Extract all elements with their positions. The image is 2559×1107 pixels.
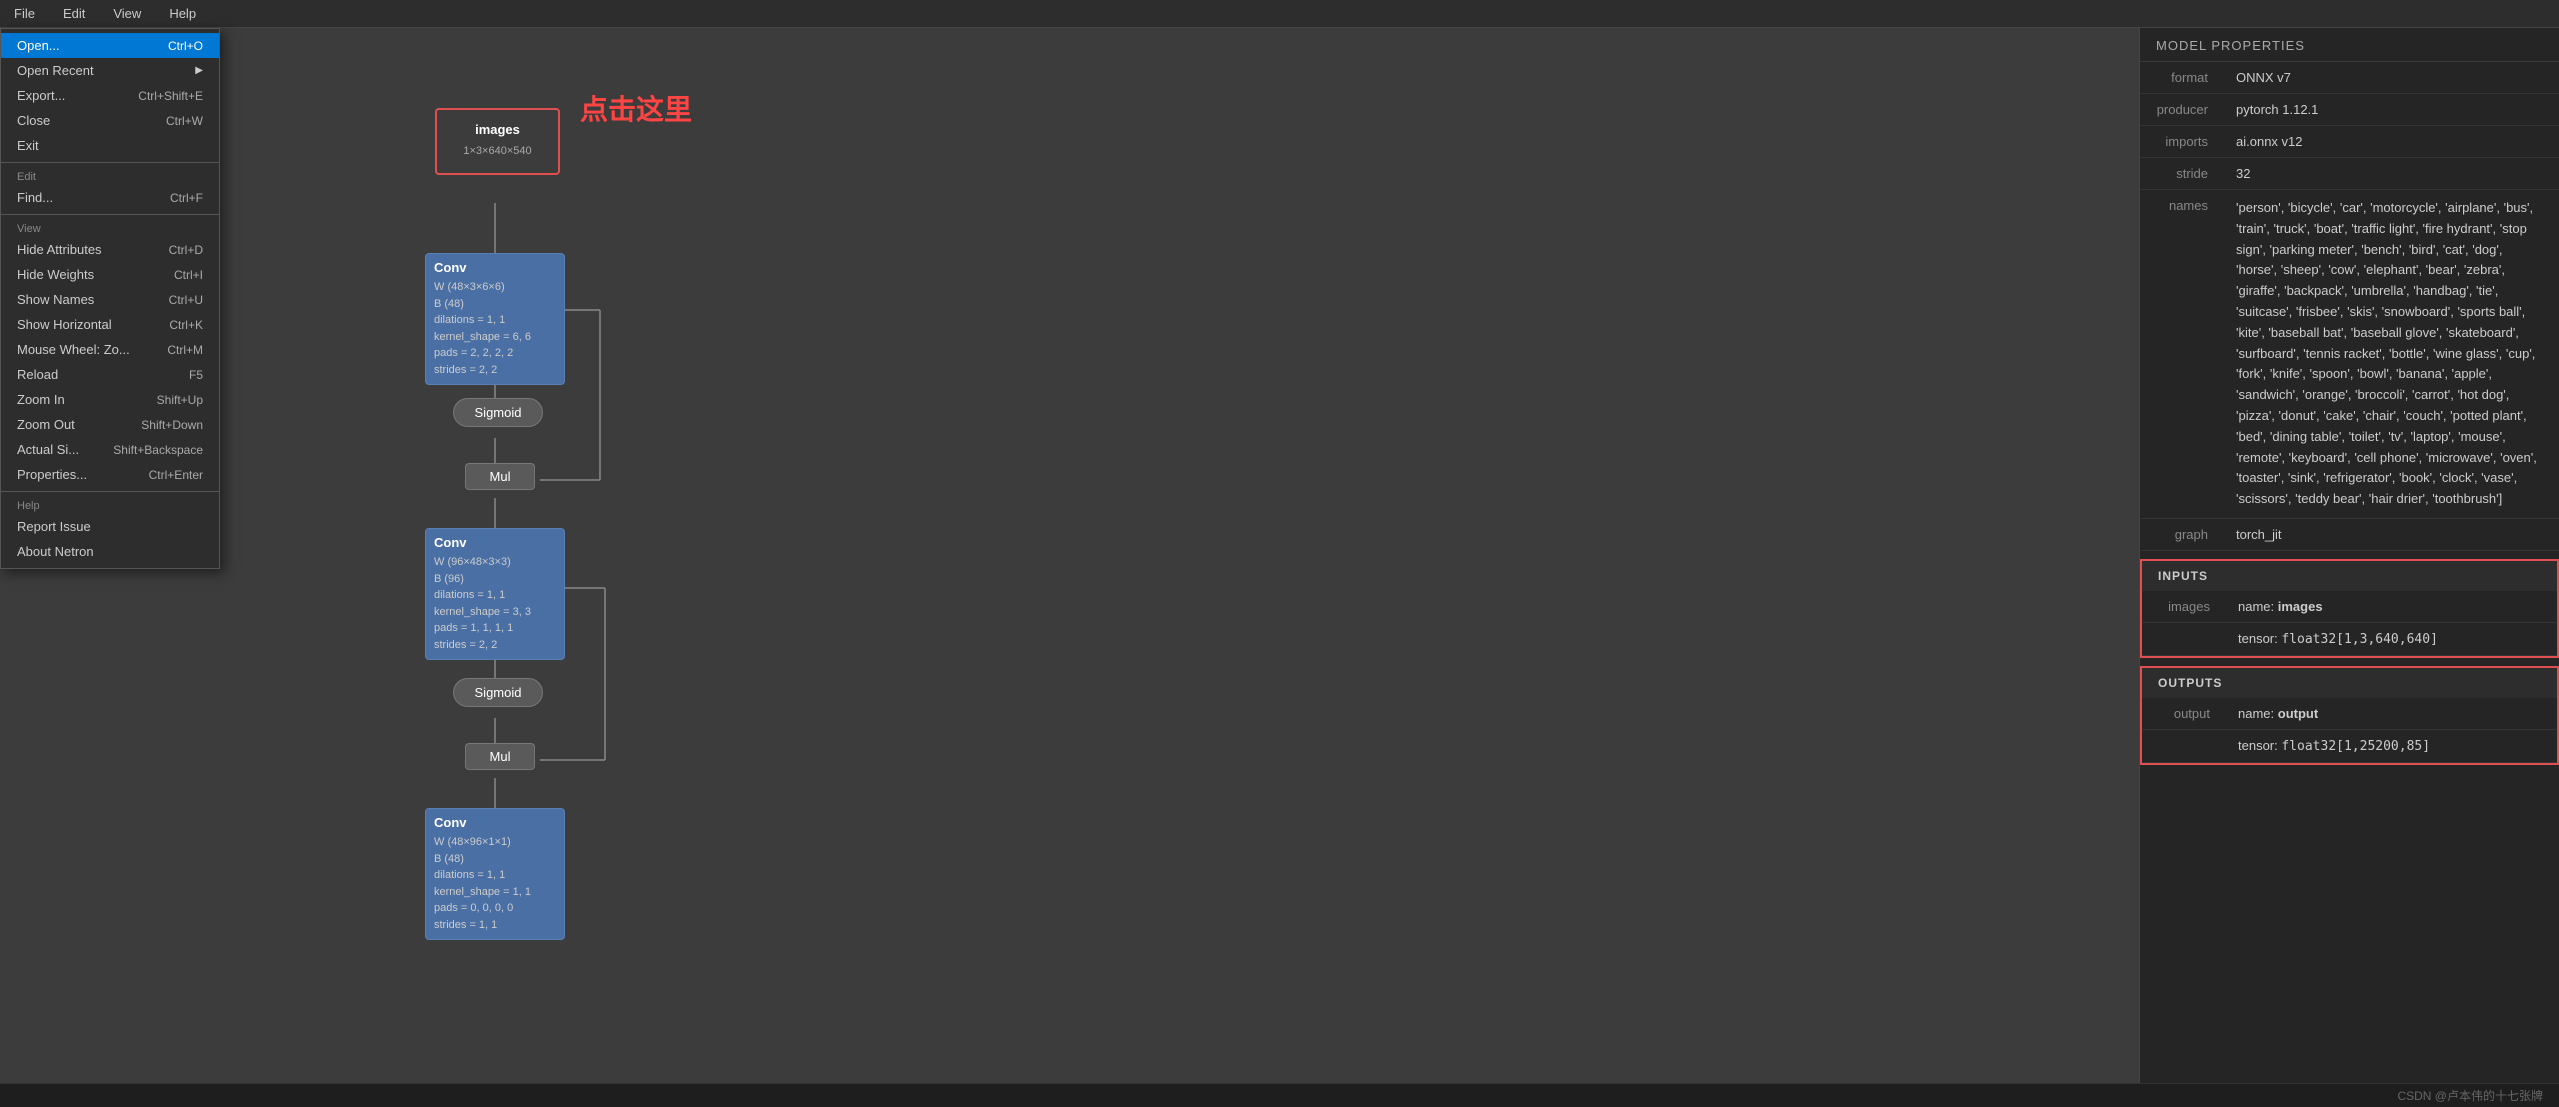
input-node[interactable]: images 1×3×640×540 bbox=[435, 108, 560, 175]
sigmoid2-node[interactable]: Sigmoid bbox=[453, 678, 543, 707]
right-panel: MODEL PROPERTIES format ONNX v7 producer… bbox=[2139, 28, 2559, 1083]
inputs-table: images name: images tensor: float32[1,3,… bbox=[2142, 591, 2557, 656]
inputs-section-header: INPUTS bbox=[2142, 561, 2557, 591]
menu-close[interactable]: Close Ctrl+W bbox=[1, 108, 219, 133]
menu-properties[interactable]: Properties... Ctrl+Enter bbox=[1, 462, 219, 487]
connection-lines bbox=[0, 28, 2139, 1083]
sigmoid2-label: Sigmoid bbox=[460, 685, 536, 700]
sigmoid1-label: Sigmoid bbox=[460, 405, 536, 420]
outputs-section: OUTPUTS output name: output tensor: floa… bbox=[2140, 666, 2559, 765]
view-section-label: View bbox=[1, 219, 219, 237]
outputs-section-header: OUTPUTS bbox=[2142, 668, 2557, 698]
menu-show-names[interactable]: Show Names Ctrl+U bbox=[1, 287, 219, 312]
outputs-table: output name: output tensor: float32[1,25… bbox=[2142, 698, 2557, 763]
input-images-name-row: images name: images bbox=[2142, 591, 2557, 623]
mul1-node[interactable]: Mul bbox=[465, 463, 535, 490]
prop-format: format ONNX v7 bbox=[2140, 62, 2559, 94]
menu-export[interactable]: Export... Ctrl+Shift+E bbox=[1, 83, 219, 108]
mul1-label: Mul bbox=[471, 469, 529, 484]
menu-view[interactable]: View bbox=[107, 4, 147, 23]
menu-find[interactable]: Find... Ctrl+F bbox=[1, 185, 219, 210]
conv3-node[interactable]: Conv W (48×96×1×1) B (48) dilations = 1,… bbox=[425, 808, 565, 940]
click-annotation: 点击这里 bbox=[580, 88, 692, 128]
right-panel-title: MODEL PROPERTIES bbox=[2140, 28, 2559, 62]
file-dropdown-menu: Open... Ctrl+O Open Recent ▶ Export... C… bbox=[0, 28, 220, 569]
output-tensor-row: tensor: float32[1,25200,85] bbox=[2142, 729, 2557, 762]
mul2-label: Mul bbox=[471, 749, 529, 764]
menu-about-netron[interactable]: About Netron bbox=[1, 539, 219, 564]
menu-reload[interactable]: Reload F5 bbox=[1, 362, 219, 387]
edit-section-label: Edit bbox=[1, 167, 219, 185]
prop-producer: producer pytorch 1.12.1 bbox=[2140, 94, 2559, 126]
menu-file[interactable]: File bbox=[8, 4, 41, 23]
prop-imports: imports ai.onnx v12 bbox=[2140, 126, 2559, 158]
input-node-dim: 1×3×640×540 bbox=[445, 141, 550, 161]
inputs-section: INPUTS images name: images tensor: float… bbox=[2140, 559, 2559, 658]
menu-actual-size[interactable]: Actual Si... Shift+Backspace bbox=[1, 437, 219, 462]
menu-open-recent[interactable]: Open Recent ▶ bbox=[1, 58, 219, 83]
help-section-label: Help bbox=[1, 496, 219, 514]
menu-hide-weights[interactable]: Hide Weights Ctrl+I bbox=[1, 262, 219, 287]
status-text: CSDN @卢本伟的十七张牌 bbox=[2397, 1087, 2543, 1104]
model-canvas[interactable]: images 1×3×640×540 Conv W (48×3×6×6) B (… bbox=[0, 28, 2139, 1083]
menu-help[interactable]: Help bbox=[163, 4, 202, 23]
menu-exit[interactable]: Exit bbox=[1, 133, 219, 158]
menu-open[interactable]: Open... Ctrl+O bbox=[1, 33, 219, 58]
model-properties-table: format ONNX v7 producer pytorch 1.12.1 i… bbox=[2140, 62, 2559, 551]
prop-graph: graph torch_jit bbox=[2140, 518, 2559, 550]
menu-zoom-in[interactable]: Zoom In Shift+Up bbox=[1, 387, 219, 412]
conv2-node[interactable]: Conv W (96×48×3×3) B (96) dilations = 1,… bbox=[425, 528, 565, 660]
input-node-label: images bbox=[445, 122, 550, 137]
menu-zoom-out[interactable]: Zoom Out Shift+Down bbox=[1, 412, 219, 437]
menu-show-horizontal[interactable]: Show Horizontal Ctrl+K bbox=[1, 312, 219, 337]
menu-bar: File Edit View Help bbox=[0, 0, 2559, 28]
main-area: Open... Ctrl+O Open Recent ▶ Export... C… bbox=[0, 28, 2559, 1083]
prop-names: names 'person', 'bicycle', 'car', 'motor… bbox=[2140, 190, 2559, 519]
conv1-node[interactable]: Conv W (48×3×6×6) B (48) dilations = 1, … bbox=[425, 253, 565, 385]
menu-mouse-wheel[interactable]: Mouse Wheel: Zo... Ctrl+M bbox=[1, 337, 219, 362]
menu-edit[interactable]: Edit bbox=[57, 4, 91, 23]
menu-hide-attributes[interactable]: Hide Attributes Ctrl+D bbox=[1, 237, 219, 262]
mul2-node[interactable]: Mul bbox=[465, 743, 535, 770]
output-name-row: output name: output bbox=[2142, 698, 2557, 730]
sigmoid1-node[interactable]: Sigmoid bbox=[453, 398, 543, 427]
input-images-tensor-row: tensor: float32[1,3,640,640] bbox=[2142, 622, 2557, 655]
prop-stride: stride 32 bbox=[2140, 158, 2559, 190]
status-bar: CSDN @卢本伟的十七张牌 bbox=[0, 1083, 2559, 1107]
menu-report-issue[interactable]: Report Issue bbox=[1, 514, 219, 539]
